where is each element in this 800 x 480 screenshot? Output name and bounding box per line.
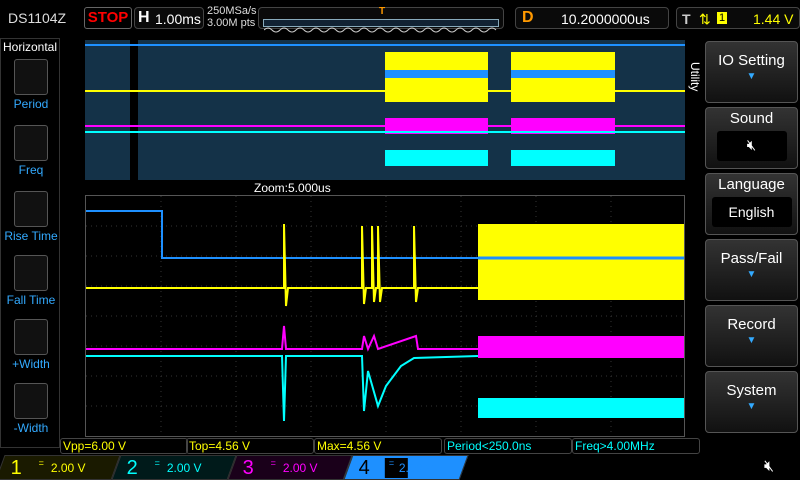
label: -Width [13,421,49,435]
freq-icon [14,125,48,161]
fall-time-icon [14,255,48,291]
horizontal-measure-menu: Horizontal Period Freq Rise Time Fall Ti… [0,38,60,448]
channel-number: 3 [242,457,254,479]
label: IO Setting [718,52,785,69]
timebase-value: 1.00ms [155,11,201,27]
run-stop-button[interactable]: STOP [84,7,132,29]
measurement-vpp[interactable]: Vpp=6.00 V [60,438,188,454]
trigger-level: 1.44 V [753,11,794,27]
memory-wave [263,19,499,33]
language-button[interactable]: Language English [705,173,798,235]
waveform-grid [85,195,685,437]
dc-coupling-icon: = [154,458,160,468]
channel-scale: 2.00 V [398,461,434,475]
delay-label: D [522,9,534,26]
rise-time-icon [14,191,48,227]
measurement-freq[interactable]: Freq>4.00MHz [572,438,700,454]
h-label: H [138,9,150,26]
pass-fail-button[interactable]: Pass/Fail ▼ [705,239,798,301]
channel-number: 4 [358,457,370,479]
sound-muted-icon: 🔇︎ [716,131,787,161]
measurement-max[interactable]: Max=4.56 V [314,438,442,454]
measure-freq[interactable]: Freq [1,125,61,177]
dc-coupling-icon: = [38,458,44,468]
channel-scale: 2.00 V [166,461,202,475]
acquisition-info: 250MSa/s 3.00M pts [207,5,257,29]
zoom-label: Zoom:5.000us [254,181,331,195]
measure-period[interactable]: Period [1,59,61,111]
neg-width-icon [14,383,48,419]
system-button[interactable]: System ▼ [705,371,798,433]
label: Record [727,316,776,333]
delay-value: 10.2000000us [561,11,650,27]
trigger-edge-icon: ⇅ [699,11,711,27]
utility-menu: Utility IO Setting ▼ Sound 🔇︎ Language Engl… [688,38,800,448]
trigger-box[interactable]: T ⇅ 1 1.44 V [676,7,800,29]
record-button[interactable]: Record ▼ [705,305,798,367]
label: Sound [729,110,774,127]
trigger-label: T [682,11,691,27]
channel-3-button[interactable]: 3 = 2.00 V [227,455,353,480]
label: Rise Time [4,229,58,243]
label: Fall Time [6,293,56,307]
timebase-box[interactable]: H 1.00ms [134,7,204,29]
model-name: DS1104Z [8,10,67,26]
label: Language [718,176,785,193]
overview-window [85,40,685,180]
period-icon [14,59,48,95]
sound-muted-icon[interactable]: 🔇︎ [764,458,774,476]
channel-4-button[interactable]: 4 = 2.00 V [343,455,469,480]
label: Freq [18,163,44,177]
measurement-top[interactable]: Top=4.56 V [186,438,314,454]
chevron-down-icon: ▼ [746,401,757,412]
channel-scale: 2.00 V [50,461,86,475]
menu-title: Utility [688,62,702,92]
chevron-down-icon: ▼ [746,335,757,346]
chevron-down-icon: ▼ [746,269,757,280]
memory-depth: 3.00M pts [207,17,256,29]
channel-number: 1 [10,457,22,479]
measure-rise-time[interactable]: Rise Time [1,191,61,243]
channel-1-button[interactable]: 1 = 2.00 V [0,455,121,480]
measurement-bar: Vpp=6.00 V Top=4.56 V Max=4.56 V Period<… [60,438,700,454]
channel-2-button[interactable]: 2 = 2.00 V [111,455,237,480]
measure-neg-width[interactable]: -Width [1,383,61,435]
label: Period [13,97,49,111]
chevron-down-icon: ▼ [746,71,757,82]
sample-rate: 250MSa/s [207,5,257,17]
delay-box[interactable]: D 10.2000000us [515,7,669,29]
label: +Width [12,357,50,371]
channel-number: 2 [126,457,138,479]
channel-bar: 1 = 2.00 V 2 = 2.00 V 3 = 2.00 V 4 = 2.00 V 🔇︎ [0,455,800,480]
pos-width-icon [14,319,48,355]
channel-scale: 2.00 V [282,461,318,475]
dc-coupling-icon: = [270,458,276,468]
measure-fall-time[interactable]: Fall Time [1,255,61,307]
trigger-position-marker: T [379,6,386,17]
language-value: English [711,197,792,227]
label: System [726,382,777,399]
menu-title: Horizontal [2,40,58,54]
trigger-source: 1 [717,12,728,24]
sound-button[interactable]: Sound 🔇︎ [705,107,798,169]
label: Pass/Fail [720,250,783,267]
memory-overview: T [258,6,504,33]
io-setting-button[interactable]: IO Setting ▼ [705,41,798,103]
measurement-period[interactable]: Period<250.0ns [444,438,572,454]
measure-pos-width[interactable]: +Width [1,319,61,371]
